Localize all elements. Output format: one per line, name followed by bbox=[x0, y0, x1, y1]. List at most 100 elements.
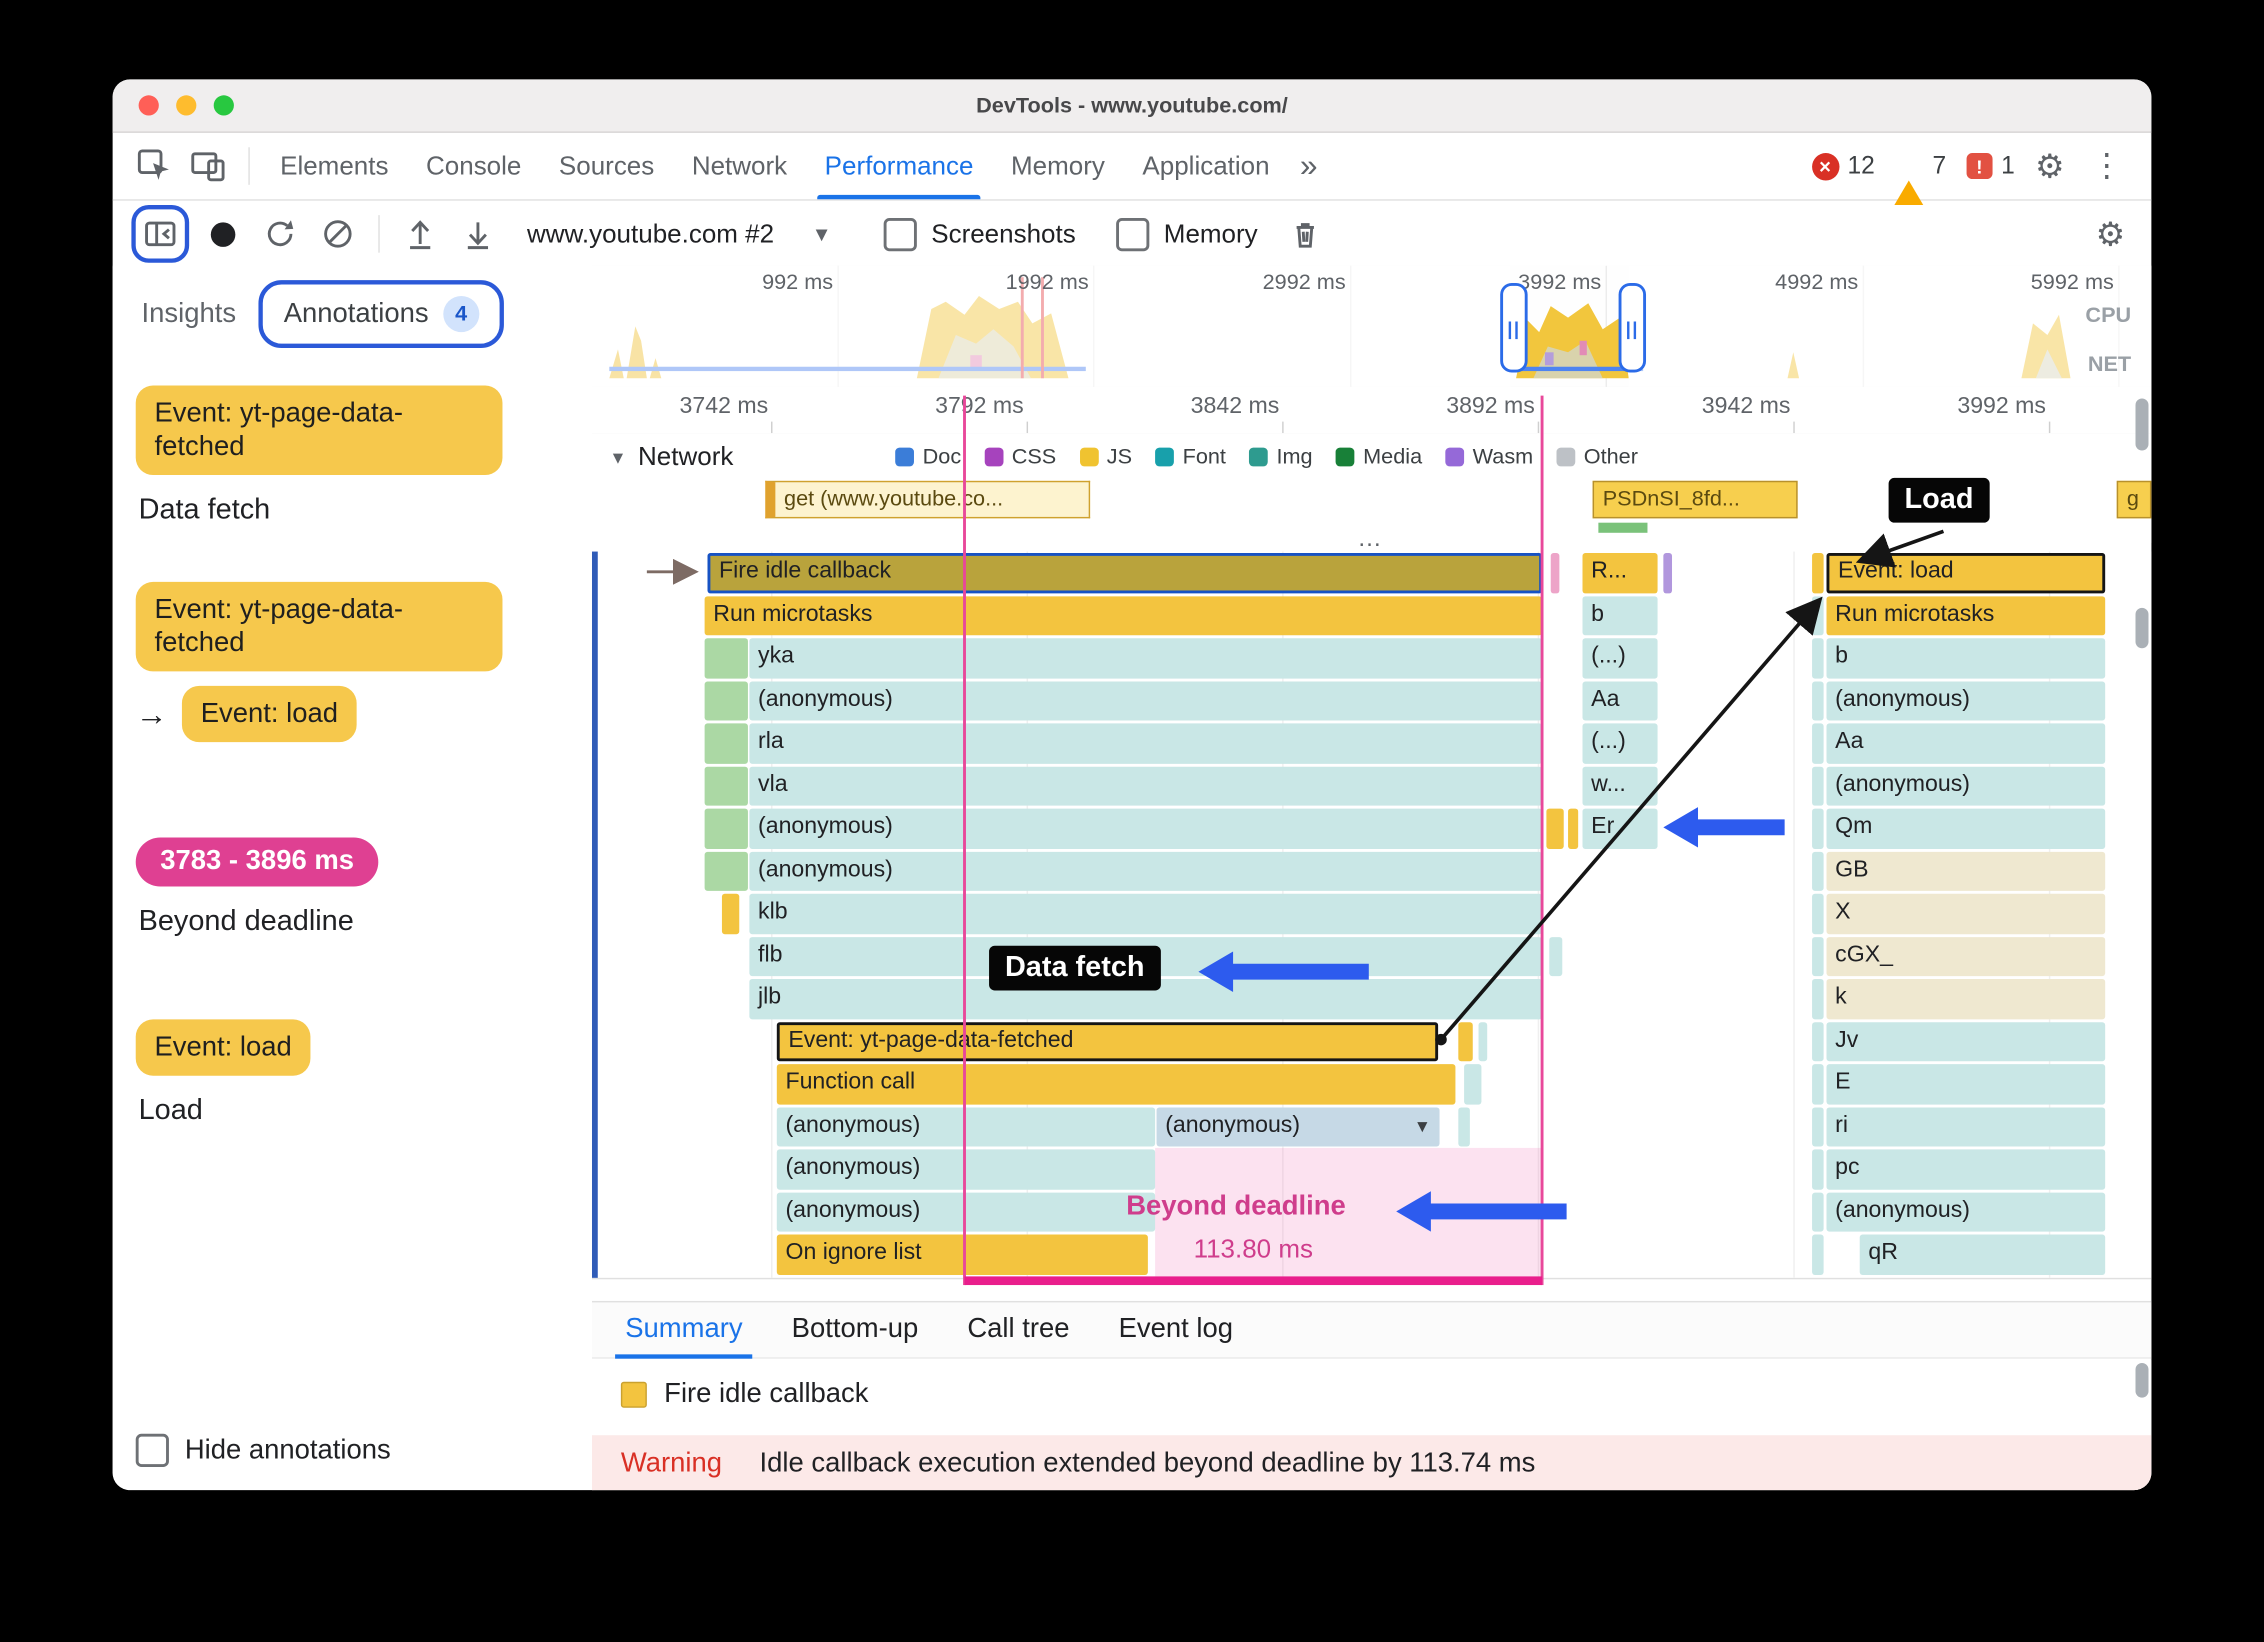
flame-fragment[interactable] bbox=[1812, 765, 1824, 806]
flame-fragment[interactable] bbox=[1812, 978, 1824, 1019]
timeline-overview[interactable]: || || CPU NET 992 ms 1992 ms 2992 ms 3992 m… bbox=[591, 265, 2152, 389]
flame-bar[interactable]: (anonymous) bbox=[1826, 1191, 2106, 1232]
flame-fragment[interactable] bbox=[1812, 1234, 1824, 1275]
close-window-button[interactable] bbox=[138, 95, 159, 116]
issues-badge[interactable]: ! 1 bbox=[1966, 152, 2015, 181]
network-request[interactable]: PSDnSI_8fd... bbox=[1592, 480, 1798, 519]
flame-fragment[interactable] bbox=[1812, 638, 1824, 678]
flame-fragment[interactable] bbox=[704, 680, 748, 721]
tab-memory[interactable]: Memory bbox=[992, 133, 1123, 199]
tab-network[interactable]: Network bbox=[673, 133, 806, 199]
flame-fragment[interactable] bbox=[704, 723, 748, 764]
details-tab-event-log[interactable]: Event log bbox=[1094, 1301, 1257, 1359]
annotation-entry[interactable]: Event: load Load bbox=[135, 1019, 592, 1127]
details-tab-call-tree[interactable]: Call tree bbox=[943, 1301, 1094, 1359]
disclosure-triangle-icon[interactable]: ▼ bbox=[609, 447, 626, 467]
reload-and-record-button[interactable] bbox=[256, 209, 305, 258]
flame-bar[interactable]: Aa bbox=[1826, 723, 2106, 764]
scrollbar-thumb[interactable] bbox=[2135, 1363, 2149, 1398]
screenshots-toggle[interactable]: Screenshots bbox=[883, 217, 1076, 251]
clear-recording-button[interactable] bbox=[313, 209, 362, 258]
flame-bar[interactable]: b bbox=[1582, 595, 1658, 636]
network-request[interactable]: get (www.youtube.co... bbox=[765, 480, 1091, 519]
load-annotation-label[interactable]: Load bbox=[1888, 477, 1990, 523]
settings-gear-icon[interactable]: ⚙ bbox=[2035, 149, 2065, 182]
warning-badge[interactable]: ! 7 bbox=[1895, 152, 1946, 206]
capture-settings-gear-icon[interactable]: ⚙ bbox=[2096, 217, 2126, 250]
annotation-entry[interactable]: Event: yt-page-data-fetched → Event: load bbox=[135, 581, 592, 743]
flame-bar[interactable]: Aa bbox=[1582, 680, 1658, 721]
deadline-range-bar[interactable] bbox=[964, 1276, 1543, 1286]
flame-bar[interactable]: Fire idle callback bbox=[707, 553, 1543, 593]
annotation-entry[interactable]: Event: yt-page-data-fetched Data fetch bbox=[135, 385, 592, 528]
flame-bar[interactable]: k bbox=[1826, 978, 2106, 1019]
history-select[interactable]: www.youtube.com #2 ▼ bbox=[527, 219, 832, 249]
show-sidebar-button-highlighted[interactable] bbox=[131, 205, 190, 263]
flame-bar[interactable]: qR bbox=[1859, 1234, 2106, 1275]
flame-fragment[interactable] bbox=[1812, 595, 1824, 636]
tab-elements[interactable]: Elements bbox=[261, 133, 407, 199]
tab-sources[interactable]: Sources bbox=[540, 133, 673, 199]
flame-bar[interactable]: ri bbox=[1826, 1106, 2106, 1147]
kebab-menu-icon[interactable]: ⋮ bbox=[2085, 149, 2128, 182]
tab-insights[interactable]: Insights bbox=[136, 284, 242, 345]
flame-bar[interactable]: Event: yt-page-data-fetched bbox=[776, 1021, 1439, 1062]
flame-fragment[interactable] bbox=[704, 765, 748, 806]
error-badge[interactable]: × 12 bbox=[1811, 152, 1875, 181]
track-resize-handle[interactable]: … bbox=[592, 526, 2151, 551]
flame-fragment[interactable] bbox=[1812, 1191, 1824, 1232]
hide-annotations-checkbox[interactable] bbox=[135, 1433, 169, 1467]
record-button[interactable] bbox=[198, 209, 247, 258]
flame-bar[interactable]: Function call bbox=[776, 1064, 1456, 1104]
annotation-label[interactable]: Load bbox=[139, 1094, 592, 1127]
flame-fragment[interactable] bbox=[1663, 553, 1673, 593]
flame-bar[interactable]: (anonymous) bbox=[749, 851, 1543, 891]
flame-fragment[interactable] bbox=[704, 851, 748, 891]
flame-bar[interactable]: R... bbox=[1582, 553, 1658, 593]
network-request[interactable]: g bbox=[2116, 480, 2152, 519]
beyond-deadline-label[interactable]: Beyond deadline bbox=[1126, 1191, 1386, 1223]
flame-fragment[interactable] bbox=[1812, 1106, 1824, 1147]
download-profile-icon[interactable] bbox=[453, 209, 502, 258]
flame-bar[interactable]: Run microtasks bbox=[1826, 595, 2106, 636]
group-expand-icon[interactable]: ▼ bbox=[1414, 1107, 1431, 1145]
data-fetch-annotation-label[interactable]: Data fetch bbox=[989, 945, 1161, 991]
annotation-label[interactable]: Data fetch bbox=[139, 494, 592, 527]
zoom-window-button[interactable] bbox=[213, 95, 234, 116]
timeline-ruler[interactable]: 3742 ms 3792 ms 3842 ms 3892 ms 3942 ms 3992 … bbox=[591, 386, 2152, 435]
flame-fragment[interactable] bbox=[1464, 1064, 1482, 1104]
flame-fragment[interactable] bbox=[1568, 808, 1579, 849]
flame-bar[interactable]: (anonymous) bbox=[1826, 680, 2106, 721]
flame-fragment[interactable] bbox=[704, 638, 748, 678]
flame-fragment[interactable] bbox=[1812, 1021, 1824, 1062]
annotation-event-pill[interactable]: Event: yt-page-data-fetched bbox=[135, 581, 503, 672]
flame-bar[interactable]: (anonymous) ▼ bbox=[1156, 1106, 1440, 1147]
flame-fragment[interactable] bbox=[1812, 936, 1824, 977]
flame-fragment[interactable] bbox=[1478, 1021, 1488, 1062]
flame-fragment[interactable] bbox=[1549, 936, 1563, 977]
details-tab-summary[interactable]: Summary bbox=[601, 1301, 767, 1359]
flame-fragment[interactable] bbox=[721, 893, 740, 934]
flame-chart[interactable]: Fire idle callback R... Event: load Run mic… bbox=[591, 551, 2152, 1280]
tab-console[interactable]: Console bbox=[407, 133, 540, 199]
inspect-element-icon[interactable] bbox=[130, 142, 179, 191]
deadline-range-end-line[interactable] bbox=[1540, 395, 1544, 1286]
flame-fragment[interactable] bbox=[1812, 808, 1824, 849]
flame-fragment[interactable] bbox=[1546, 808, 1564, 849]
flame-bar[interactable]: yka bbox=[749, 638, 1543, 678]
flame-bar[interactable]: Qm bbox=[1826, 808, 2106, 849]
flame-bar[interactable]: Er bbox=[1582, 808, 1658, 849]
device-toolbar-icon[interactable] bbox=[185, 142, 234, 191]
annotation-event-pill[interactable]: Event: yt-page-data-fetched bbox=[135, 385, 503, 476]
flame-bar[interactable]: (...) bbox=[1582, 638, 1658, 678]
flame-bar[interactable]: pc bbox=[1826, 1149, 2106, 1190]
scrollbar-thumb[interactable] bbox=[2135, 607, 2149, 649]
flame-bar[interactable]: rla bbox=[749, 723, 1543, 764]
annotation-event-pill[interactable]: Event: load bbox=[181, 685, 357, 743]
flame-bar[interactable]: cGX_ bbox=[1826, 936, 2106, 977]
flame-bar[interactable]: GB bbox=[1826, 851, 2106, 891]
hide-annotations-toggle[interactable]: Hide annotations bbox=[135, 1433, 391, 1467]
flame-bar[interactable]: Event: load bbox=[1826, 553, 2106, 593]
details-tab-bottom-up[interactable]: Bottom-up bbox=[767, 1301, 943, 1359]
flame-fragment[interactable] bbox=[1812, 1149, 1824, 1190]
